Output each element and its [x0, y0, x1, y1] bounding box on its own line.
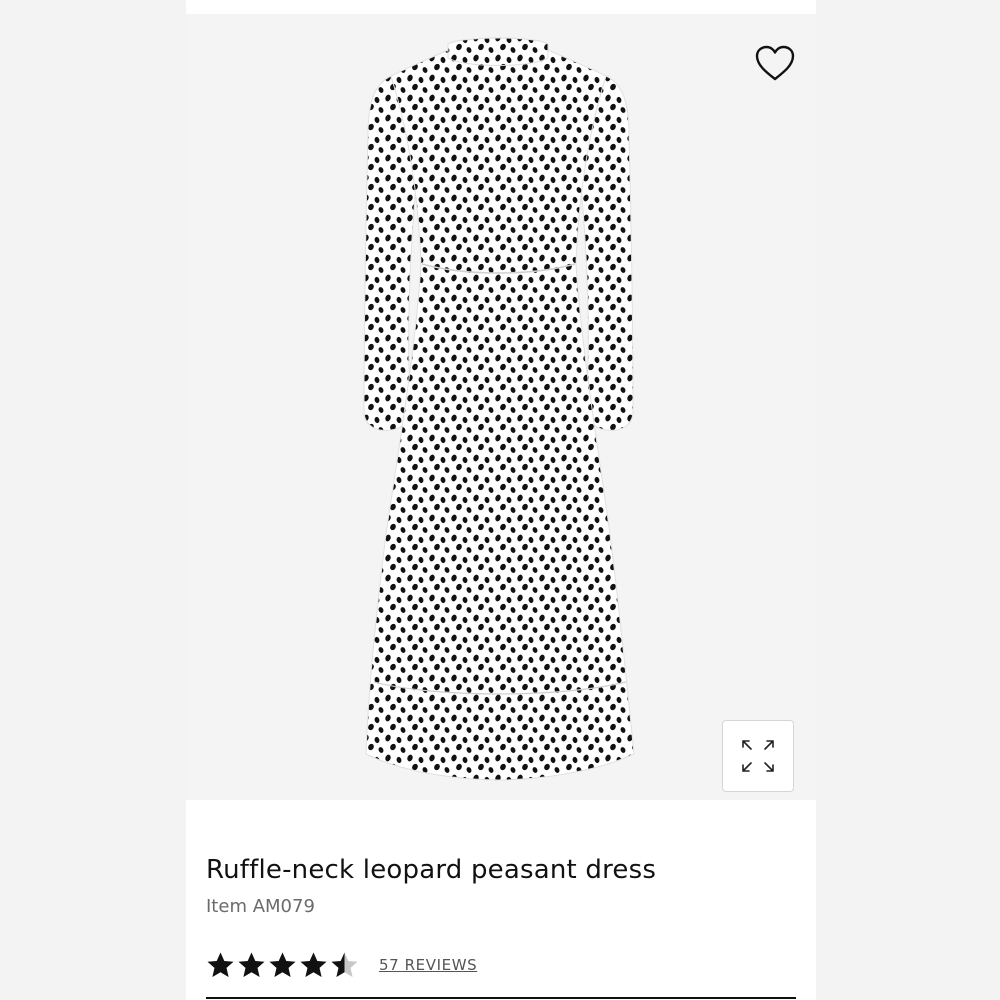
section-divider [206, 997, 796, 999]
wishlist-button[interactable] [754, 44, 796, 84]
product-image[interactable] [186, 14, 816, 800]
product-card: Ruffle-neck leopard peasant dress Item A… [186, 0, 816, 1000]
star-rating[interactable] [206, 951, 359, 980]
right-margin [814, 0, 1000, 1000]
star-icon [300, 952, 327, 977]
expand-image-button[interactable] [722, 720, 794, 792]
star-icon [238, 952, 265, 977]
item-number: Item AM079 [206, 896, 315, 917]
reviews-link[interactable]: 57 REVIEWS [379, 956, 477, 974]
dress-illustration [363, 37, 635, 781]
star-icon [269, 952, 296, 977]
left-margin [0, 0, 186, 1000]
expand-arrows-icon [742, 740, 774, 772]
product-title: Ruffle-neck leopard peasant dress [206, 855, 657, 885]
star-icon [207, 952, 234, 977]
heart-outline-icon [755, 45, 795, 81]
star-icon [331, 952, 358, 977]
rating-row: 57 REVIEWS [206, 950, 477, 980]
dress-shape [363, 37, 635, 781]
